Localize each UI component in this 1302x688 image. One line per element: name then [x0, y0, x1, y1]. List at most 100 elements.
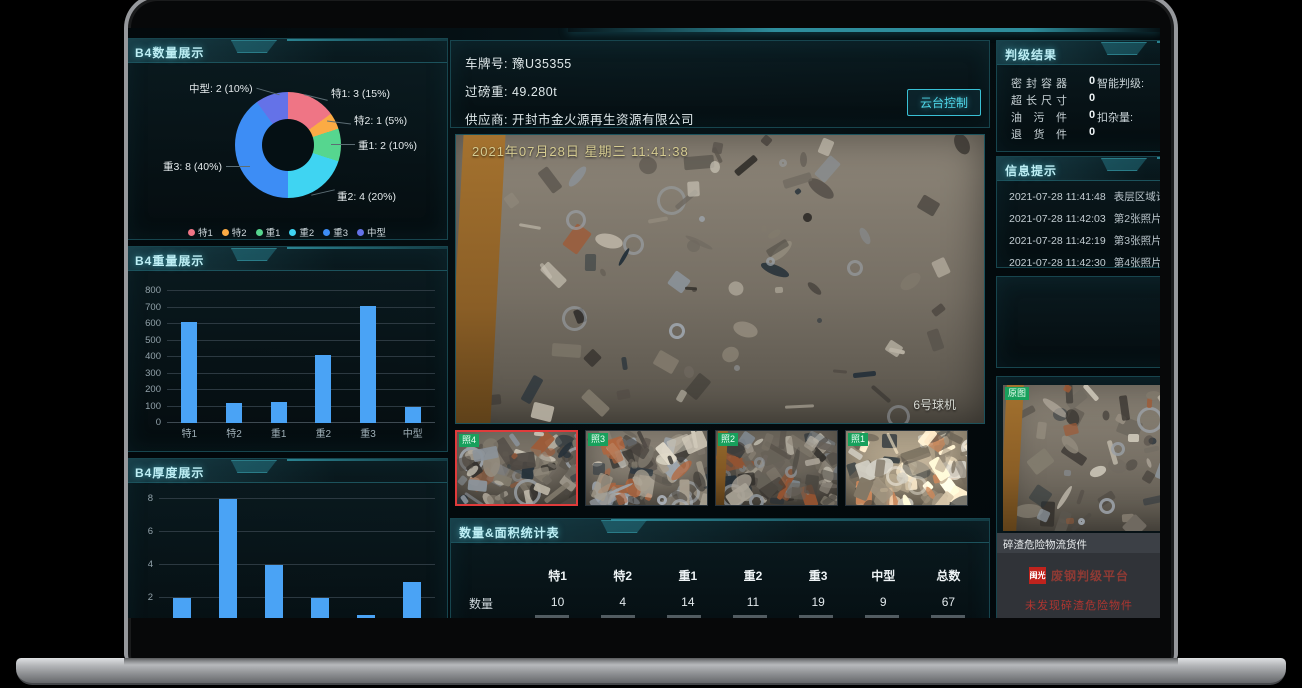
- bar-column: 中型: [390, 291, 435, 423]
- scrap-piece: [762, 225, 767, 231]
- scrap-piece: [667, 321, 688, 342]
- thumbnail-photo4[interactable]: 照4: [455, 430, 578, 506]
- scrap-piece: [1088, 463, 1108, 479]
- thickness-bar-chart: 2468特1特2重1重2重3中型: [159, 499, 435, 618]
- dashboard-screen: B4数量展示 中型: 2 (10%) 特1: 3 (15%) 特2: 1 (5%…: [128, 28, 1160, 618]
- scrap-piece: [1145, 458, 1152, 469]
- grading-row: 超长尺寸0: [1011, 92, 1067, 108]
- bar-label: 中型: [390, 425, 435, 440]
- scrap-piece: [566, 164, 589, 189]
- legend-item: 重3: [323, 225, 348, 239]
- vehicle-info-panel: 车牌号: 豫U35355 过磅重: 49.280t 供应商: 开封市金火源再生资…: [450, 40, 990, 128]
- plate-label: 车牌号:: [465, 57, 508, 71]
- legend-dot: [323, 229, 330, 236]
- axis-tick: 8: [129, 493, 153, 504]
- legend-dot: [222, 229, 229, 236]
- thickness-panel-title: B4厚度展示: [128, 459, 204, 481]
- scrap-piece: [1141, 470, 1155, 485]
- column-header: 重2: [720, 567, 785, 584]
- scrap-piece: [463, 336, 488, 350]
- scrap-piece: [676, 389, 688, 403]
- scrap-piece: [1107, 457, 1129, 476]
- bar-column: 重2: [301, 291, 346, 423]
- log-line: 2021-07-28 11:42:03第2张照片表层开始计算: [1009, 211, 1160, 226]
- thumbnail-tag: 照4: [459, 434, 479, 447]
- scrap-piece: [852, 371, 875, 378]
- weight-bar-chart: 0100200300400500600700800特1特2重1重2重3中型: [167, 291, 435, 423]
- log-line: 2021-07-28 11:41:48表层区域计算成功: [1009, 189, 1160, 204]
- table-header-row: 特1 特2 重1 重2 重3 中型 总数: [463, 567, 981, 584]
- info-panel-title: 信息提示: [997, 157, 1057, 179]
- grading-value: 0: [1089, 126, 1095, 138]
- scrap-piece: [778, 158, 788, 168]
- scrap-piece: [833, 370, 847, 374]
- quantity-panel: B4数量展示 中型: 2 (10%) 特1: 3 (15%) 特2: 1 (5%…: [128, 38, 448, 240]
- thumbnail-photo3[interactable]: 照3: [585, 430, 708, 506]
- bar-column: 特1: [159, 499, 205, 618]
- ptz-control-button[interactable]: 云台控制: [907, 89, 981, 116]
- thickness-panel-header: B4厚度展示: [128, 459, 447, 483]
- scrap-piece: [1008, 405, 1036, 424]
- scrap-piece: [583, 348, 602, 367]
- column-header: 重3: [786, 567, 851, 584]
- bar-column: 中型: [389, 499, 435, 618]
- scrap-piece: [847, 503, 865, 505]
- scrap-piece: [800, 152, 807, 167]
- scrap-piece: [818, 137, 835, 156]
- scrap-piece: [631, 461, 637, 468]
- info-panel-header: 信息提示: [997, 157, 1160, 181]
- grading-row: 退货件0: [1011, 126, 1067, 142]
- scrap-piece: [1055, 485, 1074, 511]
- detection-warning-text: 未发现碎渣危险物件: [997, 597, 1160, 613]
- table-cell: 4: [590, 595, 655, 612]
- scrap-piece: [883, 400, 915, 424]
- thumbnail-photo2[interactable]: 照2: [715, 430, 838, 506]
- scrap-piece: [503, 192, 520, 209]
- axis-tick: 200: [137, 384, 161, 395]
- bar-重2: [311, 598, 329, 618]
- table-row: 数量 10 4 14 11 19 9 67: [463, 595, 981, 612]
- legend-item: 特1: [188, 225, 213, 239]
- scrap-piece: [530, 402, 554, 423]
- deduction-label: 扣杂量:: [1097, 109, 1133, 125]
- thumbnail-tag: 照2: [718, 433, 738, 446]
- scrap-piece: [683, 365, 695, 378]
- scrap-piece: [760, 134, 773, 147]
- grading-label: 密封容器: [1011, 75, 1067, 91]
- origin-image-tag: 原图: [1005, 387, 1029, 400]
- thumbnail-strip: 照4 照3 照2 照1: [455, 430, 985, 506]
- grading-value: 0: [1089, 109, 1095, 121]
- axis-tick: 400: [137, 351, 161, 362]
- scrap-piece: [1026, 448, 1055, 476]
- scrap-piece: [1076, 489, 1085, 504]
- axis-tick: 500: [137, 335, 161, 346]
- log-line: 2021-07-28 11:42:30第4张照片表层开始计算: [1009, 255, 1160, 270]
- scrap-piece: [794, 187, 802, 195]
- thumbnail-photo1[interactable]: 照1: [845, 430, 968, 506]
- detection-caption: 碎渣危险物流货件: [997, 533, 1160, 553]
- grading-result-panel: 判级结果 密封容器0 超长尺寸0 油污件0 退货件0 智能判级: 扣杂量:: [996, 40, 1160, 152]
- empty-side-panel: [996, 276, 1160, 368]
- scrap-piece: [1157, 385, 1160, 408]
- scrap-piece: [598, 268, 606, 277]
- clipped-table-row: [535, 615, 975, 618]
- scrap-piece: [926, 328, 944, 352]
- legend-label: 特1: [198, 225, 213, 239]
- scrap-piece: [1066, 479, 1078, 485]
- donut-callout: 特2: 1 (5%): [354, 113, 407, 128]
- scrap-piece: [580, 389, 609, 418]
- thumbnail-tag: 照1: [848, 433, 868, 446]
- bar-特2: [226, 403, 242, 423]
- log-text: 第3张照片表层开始计算: [1114, 235, 1160, 247]
- legend-dot: [357, 229, 364, 236]
- scrap-piece: [652, 349, 679, 374]
- donut-callout: 重1: 2 (10%): [358, 138, 417, 153]
- thickness-panel: B4厚度展示 2468特1特2重1重2重3中型: [128, 458, 448, 618]
- axis-tick: 300: [137, 368, 161, 379]
- grading-label: 超长尺寸: [1011, 92, 1067, 108]
- origin-image: 原图: [1003, 385, 1160, 531]
- bar-特1: [181, 322, 197, 423]
- scrap-piece: [931, 303, 946, 317]
- bar-重3: [357, 615, 375, 619]
- bar-column: 重1: [256, 291, 301, 423]
